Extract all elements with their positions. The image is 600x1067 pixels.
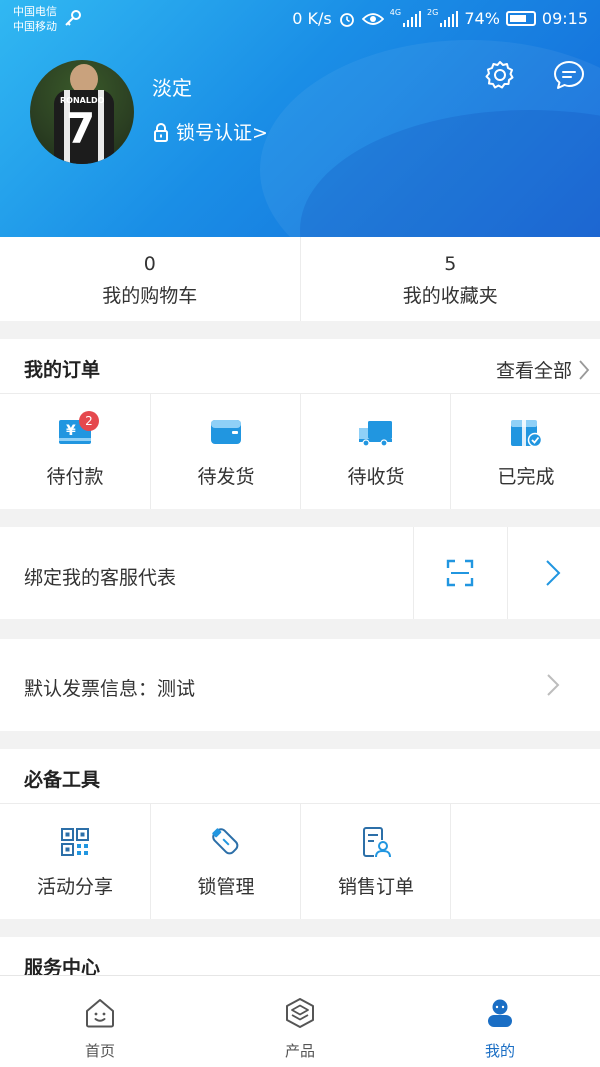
order-status-label: 待付款 — [46, 466, 104, 488]
profile-header: 中国电信 中国移动 0 K/s 4G 2G 74% 09:15 RONALDO … — [0, 0, 600, 237]
favorites-label: 我的收藏夹 — [402, 285, 498, 307]
carrier-info: 中国电信 中国移动 — [13, 4, 57, 34]
cart-label: 我的购物车 — [102, 285, 198, 307]
battery-percent: 74% — [464, 9, 500, 28]
stat-favorites[interactable]: 5 我的收藏夹 — [299, 237, 600, 321]
carrier-1: 中国电信 — [13, 5, 57, 18]
status-bar: 中国电信 中国移动 0 K/s 4G 2G 74% 09:15 — [0, 0, 600, 40]
chevron-right-icon — [579, 359, 590, 380]
tab-products[interactable]: 产品 — [200, 976, 400, 1067]
order-pending-payment[interactable]: ¥ 2 待付款 — [0, 394, 150, 509]
svg-text:¥: ¥ — [66, 423, 76, 439]
gift-check-icon — [511, 420, 543, 448]
qr-code-icon — [61, 828, 89, 856]
see-all-label: 查看全部 — [495, 360, 572, 382]
orders-section: 我的订单 查看全部 ¥ 2 待付款 待发货 待收货 已完成 — [0, 339, 600, 509]
lock-icon — [154, 122, 168, 142]
home-icon — [86, 999, 114, 1028]
eye-icon — [361, 12, 384, 25]
scan-icon[interactable] — [446, 559, 474, 587]
stat-cart[interactable]: 0 我的购物车 — [0, 237, 300, 321]
net-4g: 4G — [389, 8, 402, 17]
settings-icon[interactable] — [483, 58, 517, 92]
tool-label: 销售订单 — [337, 876, 414, 898]
net-speed: 0 K/s — [292, 9, 332, 28]
net-2g: 2G — [427, 8, 439, 17]
invoice-label: 默认发票信息：测试 — [24, 678, 196, 700]
order-pending-shipment[interactable]: 待发货 — [150, 394, 300, 509]
pending-payment-badge: 2 — [79, 411, 99, 431]
bind-service-row[interactable]: 绑定我的客服代表 — [0, 527, 600, 619]
lock-auth-link[interactable]: 锁号认证> — [152, 118, 268, 145]
service-center-title: 服务中心 — [24, 957, 101, 977]
box-icon — [211, 420, 241, 444]
lock-auth-label: 锁号认证> — [176, 122, 268, 144]
service-center-section: 服务中心 — [0, 937, 600, 977]
order-pending-receipt[interactable]: 待收货 — [300, 394, 450, 509]
order-completed[interactable]: 已完成 — [450, 394, 600, 509]
orders-title: 我的订单 — [24, 359, 101, 381]
favorites-count: 5 — [444, 253, 457, 275]
tool-lock-management[interactable]: 锁管理 — [150, 804, 300, 919]
tab-label: 首页 — [84, 1042, 115, 1060]
carrier-2: 中国移动 — [13, 20, 57, 33]
avatar-number: 7 — [66, 104, 96, 153]
bind-service-label: 绑定我的客服代表 — [24, 567, 177, 589]
truck-icon — [359, 421, 392, 447]
tab-label: 产品 — [284, 1042, 315, 1060]
message-icon[interactable] — [552, 58, 586, 92]
tab-home[interactable]: 首页 — [0, 976, 200, 1067]
tool-sales-orders[interactable]: 销售订单 — [300, 804, 450, 919]
signal-icon — [403, 10, 422, 27]
battery-icon — [505, 11, 536, 26]
order-status-label: 待发货 — [197, 466, 255, 488]
invoice-row[interactable]: 默认发票信息：测试 — [0, 639, 600, 731]
sales-order-icon — [363, 827, 391, 858]
tool-label: 锁管理 — [197, 876, 255, 898]
order-status-label: 已完成 — [497, 466, 555, 488]
tools-title: 必备工具 — [24, 769, 101, 791]
see-all-orders-link[interactable]: 查看全部 — [496, 356, 590, 383]
cart-count: 0 — [143, 253, 156, 275]
product-icon — [286, 998, 314, 1028]
order-status-grid: ¥ 2 待付款 待发货 待收货 已完成 — [0, 393, 600, 509]
tab-me[interactable]: 我的 — [400, 976, 600, 1067]
tools-grid: 活动分享 锁管理 销售订单 — [0, 803, 600, 919]
bottom-tab-bar: 首页 产品 我的 — [0, 975, 600, 1067]
stats-bar: 0 我的购物车 5 我的收藏夹 — [0, 237, 600, 321]
tool-activity-share[interactable]: 活动分享 — [0, 804, 150, 919]
tools-section: 必备工具 活动分享 锁管理 销售订单 — [0, 749, 600, 919]
tab-label: 我的 — [484, 1042, 515, 1060]
key-icon — [65, 10, 81, 26]
avatar[interactable]: RONALDO 7 — [30, 60, 134, 164]
me-icon — [488, 999, 512, 1027]
signal-icon — [440, 10, 459, 27]
chevron-right-icon — [547, 674, 560, 696]
tool-label: 活动分享 — [36, 876, 113, 898]
tool-empty-slot — [450, 804, 600, 919]
alarm-icon — [339, 12, 354, 27]
clock: 09:15 — [541, 9, 588, 28]
chevron-right-icon[interactable] — [545, 559, 561, 587]
key-icon — [212, 828, 239, 855]
order-status-label: 待收货 — [347, 466, 405, 488]
user-name: 淡定 — [152, 76, 192, 100]
